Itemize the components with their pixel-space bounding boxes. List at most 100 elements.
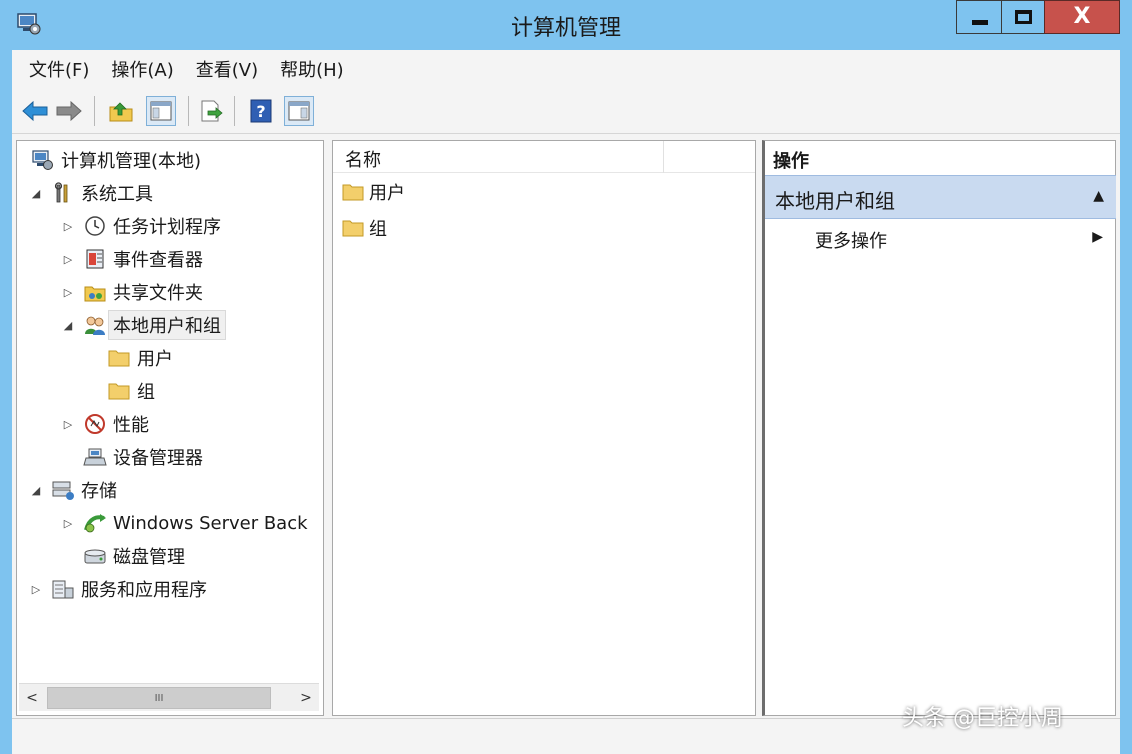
menu-help[interactable]: 帮助(H) — [269, 56, 355, 82]
minimize-button[interactable] — [956, 0, 1002, 34]
tree-item-system-tools[interactable]: ◢ 系统工具 — [29, 178, 153, 208]
help-button[interactable]: ? — [246, 96, 276, 126]
services-icon — [51, 577, 75, 601]
column-header-name[interactable]: 名称 — [345, 146, 381, 172]
tree-label-storage: 存储 — [81, 481, 117, 502]
tree-item-disk-management[interactable]: 磁盘管理 — [61, 541, 185, 571]
show-hide-action-icon — [288, 101, 310, 121]
tree-item-services-applications[interactable]: ▷ 服务和应用程序 — [29, 574, 207, 604]
collapsed-arrow-icon[interactable]: ▷ — [61, 286, 75, 299]
event-viewer-icon — [83, 247, 107, 271]
minimize-icon — [971, 19, 988, 25]
list-header: 名称 — [333, 141, 755, 173]
forward-arrow-icon — [56, 100, 82, 122]
maximize-icon — [1015, 10, 1032, 24]
tree-item-device-manager[interactable]: 设备管理器 — [61, 442, 203, 472]
list-item-label: 组 — [369, 219, 387, 240]
column-divider[interactable] — [663, 141, 664, 173]
backup-icon — [83, 511, 107, 535]
up-one-level-button[interactable] — [106, 96, 136, 126]
computer-management-icon — [31, 148, 55, 172]
collapsed-arrow-icon[interactable]: ▷ — [61, 418, 75, 431]
list-item-label: 用户 — [369, 183, 405, 204]
actions-header: 操作 — [773, 151, 809, 172]
tree-item-groups[interactable]: 组 — [107, 376, 155, 406]
actions-pane: 操作 本地用户和组 ▲ 更多操作 ▶ — [762, 140, 1116, 716]
up-folder-icon — [109, 102, 133, 122]
toolbar-separator — [188, 96, 189, 126]
show-hide-console-tree-button[interactable] — [146, 96, 176, 126]
menu-view[interactable]: 查看(V) — [185, 56, 269, 82]
back-button[interactable] — [20, 96, 50, 126]
tree-label-groups: 组 — [137, 382, 155, 403]
collapsed-arrow-icon[interactable]: ▷ — [29, 583, 43, 596]
tree-label-device-manager: 设备管理器 — [113, 448, 203, 469]
toolbar-separator — [94, 96, 95, 126]
expand-arrow-icon[interactable]: ◢ — [29, 187, 43, 200]
tree-label-performance: 性能 — [113, 415, 149, 436]
tree-label-services-applications: 服务和应用程序 — [81, 580, 207, 601]
computer-management-window: 计算机管理 X 文件(F) 操作(A) 查看(V) 帮助(H) ? 计算机管理(… — [0, 0, 1132, 754]
disk-management-icon — [83, 544, 107, 568]
tools-icon — [51, 181, 75, 205]
performance-icon — [83, 412, 107, 436]
results-pane: 名称 用户 组 — [332, 140, 756, 716]
toolbar: ? — [12, 88, 1120, 134]
more-actions-item[interactable]: 更多操作 — [815, 227, 887, 253]
tree-item-storage[interactable]: ◢ 存储 — [29, 475, 117, 505]
tree-item-windows-server-backup[interactable]: ▷ Windows Server Back — [61, 508, 308, 538]
submenu-arrow-icon[interactable]: ▶ — [1092, 229, 1103, 245]
toolbar-separator — [234, 96, 235, 126]
tree-item-local-users-groups[interactable]: ◢ 本地用户和组 — [61, 310, 226, 340]
menu-action[interactable]: 操作(A) — [100, 56, 184, 82]
collapsed-arrow-icon[interactable]: ▷ — [61, 253, 75, 266]
tree-item-task-scheduler[interactable]: ▷ 任务计划程序 — [61, 211, 221, 241]
tree-horizontal-scrollbar[interactable]: < III > — [19, 683, 319, 711]
scrollbar-thumb[interactable]: III — [47, 687, 271, 709]
folder-icon — [107, 379, 131, 403]
help-icon: ? — [250, 99, 272, 123]
users-group-icon — [83, 313, 107, 337]
maximize-button[interactable] — [1001, 0, 1045, 34]
tree-item-root[interactable]: 计算机管理(本地) — [17, 145, 201, 175]
scrollbar-grip-icon: III — [154, 692, 164, 704]
show-hide-action-pane-button[interactable] — [284, 96, 314, 126]
collapse-up-icon[interactable]: ▲ — [1093, 188, 1104, 204]
collapsed-arrow-icon[interactable]: ▷ — [61, 220, 75, 233]
device-manager-icon — [83, 445, 107, 469]
tree-label-system-tools: 系统工具 — [81, 184, 153, 205]
tree-label-disk-management: 磁盘管理 — [113, 547, 185, 568]
title-bar[interactable]: 计算机管理 X — [0, 0, 1132, 50]
folder-icon — [341, 216, 365, 240]
watermark-text: 头条 @巨控小周 — [902, 706, 1063, 731]
collapsed-arrow-icon[interactable]: ▷ — [61, 517, 75, 530]
menu-file[interactable]: 文件(F) — [18, 56, 100, 82]
list-item[interactable]: 用户 — [341, 177, 405, 207]
console-tree-pane: 计算机管理(本地) ◢ 系统工具 ▷ 任务计划程序 ▷ 事件查看器 ▷ 共享文件… — [16, 140, 324, 716]
close-button[interactable]: X — [1044, 0, 1120, 34]
export-list-icon — [201, 100, 223, 122]
shared-folder-icon — [83, 280, 107, 304]
actions-section-local-users-groups[interactable]: 本地用户和组 ▲ — [765, 175, 1116, 219]
tree-item-performance[interactable]: ▷ 性能 — [61, 409, 149, 439]
back-arrow-icon — [22, 100, 48, 122]
close-icon: X — [1073, 4, 1091, 29]
expand-arrow-icon[interactable]: ◢ — [61, 319, 75, 332]
tree-item-users[interactable]: 用户 — [107, 343, 173, 373]
list-item[interactable]: 组 — [341, 213, 387, 243]
scroll-left-button[interactable]: < — [21, 687, 43, 709]
scroll-right-button[interactable]: > — [295, 687, 317, 709]
tree-label-shared-folders: 共享文件夹 — [113, 283, 203, 304]
expand-arrow-icon[interactable]: ◢ — [29, 484, 43, 497]
tree-label-windows-server-backup: Windows Server Back — [113, 512, 308, 534]
folder-icon — [341, 180, 365, 204]
actions-section-title: 本地用户和组 — [775, 189, 895, 213]
tree-label-event-viewer: 事件查看器 — [113, 250, 203, 271]
tree-label-users: 用户 — [137, 349, 173, 370]
export-list-button[interactable] — [196, 96, 226, 126]
tree-label-local-users-groups: 本地用户和组 — [108, 310, 226, 340]
forward-button[interactable] — [54, 96, 84, 126]
menu-bar: 文件(F) 操作(A) 查看(V) 帮助(H) — [12, 50, 1120, 88]
tree-item-shared-folders[interactable]: ▷ 共享文件夹 — [61, 277, 203, 307]
tree-item-event-viewer[interactable]: ▷ 事件查看器 — [61, 244, 203, 274]
